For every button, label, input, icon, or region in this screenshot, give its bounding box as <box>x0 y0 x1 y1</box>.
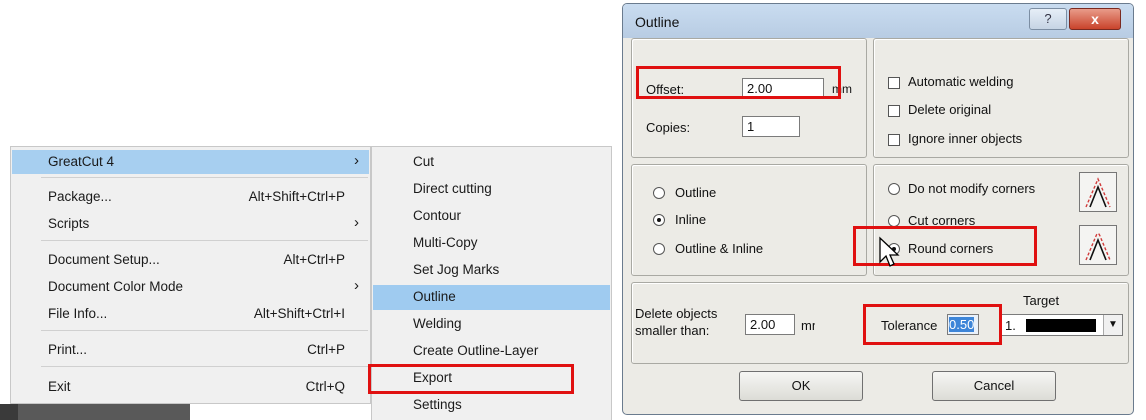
mouse-cursor-icon <box>879 236 900 267</box>
round-corner-preview-icon <box>1079 225 1117 265</box>
ok-button[interactable]: OK <box>739 371 863 401</box>
menu-item-label: GreatCut 4 <box>48 154 115 169</box>
target-label: Target <box>1023 293 1060 308</box>
menu-separator <box>41 240 368 241</box>
submenu-item-label: Set Jog Marks <box>413 262 500 277</box>
submenu-item-label: Cut <box>413 154 435 169</box>
ignore-inner-objects-label: Ignore inner objects <box>908 131 1023 146</box>
menu-item-package[interactable]: Package... Alt+Shift+Ctrl+P <box>12 185 369 209</box>
outline-and-inline-radio-label: Outline & Inline <box>675 241 764 256</box>
outline-radio-label: Outline <box>675 185 717 200</box>
annotation-box-tolerance <box>863 304 1002 345</box>
submenu-arrow-icon: › <box>354 152 359 169</box>
do-not-modify-corners-radio[interactable] <box>888 183 900 195</box>
menu-item-exit[interactable]: Exit Ctrl+Q <box>12 375 369 399</box>
delete-size-unit: mm <box>801 318 815 333</box>
menu-item-label: Print... <box>48 342 88 357</box>
copies-input[interactable]: 1 <box>742 116 800 137</box>
annotation-box-offset <box>636 66 841 99</box>
menu-item-label: Scripts <box>48 216 90 231</box>
outline-and-inline-radio[interactable] <box>653 243 665 255</box>
menu-item-shortcut: Alt+Shift+Ctrl+I <box>253 306 345 321</box>
automatic-welding-label: Automatic welding <box>908 74 1014 89</box>
menu-item-document-color-mode[interactable]: Document Color Mode › <box>12 275 369 299</box>
menu-item-print[interactable]: Print... Ctrl+P <box>12 338 369 362</box>
mode-group <box>631 164 867 276</box>
submenu-item-direct-cutting[interactable]: Direct cutting <box>373 177 610 202</box>
cancel-button[interactable]: Cancel <box>932 371 1056 401</box>
menu-item-label: Document Color Mode <box>48 279 184 294</box>
do-not-modify-corners-label: Do not modify corners <box>908 181 1036 196</box>
menu-item-label: Document Setup... <box>48 252 160 267</box>
delete-original-label: Delete original <box>908 102 992 117</box>
dialog-title: Outline <box>635 14 680 30</box>
copies-label: Copies: <box>646 120 691 135</box>
inline-radio[interactable] <box>653 214 665 226</box>
menu-item-shortcut: Alt+Ctrl+P <box>283 252 345 267</box>
submenu-item-welding[interactable]: Welding <box>373 312 610 337</box>
menu-item-label: Exit <box>48 379 71 394</box>
submenu-arrow-icon: › <box>354 214 359 231</box>
sharp-corner-preview-icon <box>1079 172 1117 212</box>
menu-item-label: File Info... <box>48 306 108 321</box>
menu-item-shortcut: Alt+Shift+Ctrl+P <box>248 189 345 204</box>
target-color-swatch <box>1026 319 1096 332</box>
outline-dialog: Outline ? x Offset: 2.00 mm Copies: 1 Au… <box>622 3 1134 415</box>
menu-item-document-setup[interactable]: Document Setup... Alt+Ctrl+P <box>12 248 369 272</box>
submenu-item-label: Contour <box>413 208 462 223</box>
target-select-value: 1. <box>1005 318 1016 333</box>
delete-objects-label: Delete objects <box>635 306 718 321</box>
inline-radio-label: Inline <box>675 212 707 227</box>
submenu-item-outline[interactable]: Outline <box>373 285 610 310</box>
submenu-item-cut[interactable]: Cut <box>373 150 610 175</box>
dropdown-arrow-icon[interactable]: ▼ <box>1103 315 1122 335</box>
submenu-item-label: Multi-Copy <box>413 235 478 250</box>
ignore-inner-objects-checkbox[interactable] <box>888 134 900 146</box>
submenu-item-create-outline-layer[interactable]: Create Outline-Layer <box>373 339 610 364</box>
submenu-item-label: Welding <box>413 316 462 331</box>
file-menu: GreatCut 4 › Package... Alt+Shift+Ctrl+P… <box>10 146 371 404</box>
dialog-titlebar: Outline ? x <box>623 4 1133 38</box>
submenu-item-multi-copy[interactable]: Multi-Copy <box>373 231 610 256</box>
delete-size-input[interactable]: 2.00 <box>745 314 795 335</box>
smaller-than-label: smaller than: <box>635 323 710 338</box>
submenu-arrow-icon: › <box>354 277 359 294</box>
annotation-box-export <box>368 364 574 394</box>
target-color-select[interactable]: 1. ▼ <box>999 314 1123 336</box>
submenu-item-label: Outline <box>413 289 456 304</box>
automatic-welding-checkbox[interactable] <box>888 77 900 89</box>
background-strip <box>0 404 190 420</box>
submenu-item-set-jog-marks[interactable]: Set Jog Marks <box>373 258 610 283</box>
menu-separator <box>41 330 368 331</box>
close-button[interactable]: x <box>1069 8 1121 30</box>
menu-separator <box>41 177 368 178</box>
menu-item-greatcut-4[interactable]: GreatCut 4 › <box>12 150 369 174</box>
menu-item-shortcut: Ctrl+P <box>307 342 345 357</box>
submenu-item-label: Direct cutting <box>413 181 492 196</box>
menu-item-file-info[interactable]: File Info... Alt+Shift+Ctrl+I <box>12 302 369 326</box>
outline-radio[interactable] <box>653 187 665 199</box>
submenu-item-label: Create Outline-Layer <box>413 343 539 358</box>
menu-item-label: Package... <box>48 189 112 204</box>
menu-item-shortcut: Ctrl+Q <box>305 379 345 394</box>
submenu-item-label: Settings <box>413 397 462 412</box>
help-button[interactable]: ? <box>1029 8 1067 30</box>
menu-item-scripts[interactable]: Scripts › <box>12 212 369 236</box>
delete-original-checkbox[interactable] <box>888 105 900 117</box>
menu-separator <box>41 366 368 367</box>
submenu-item-contour[interactable]: Contour <box>373 204 610 229</box>
submenu-item-settings[interactable]: Settings <box>373 393 610 418</box>
